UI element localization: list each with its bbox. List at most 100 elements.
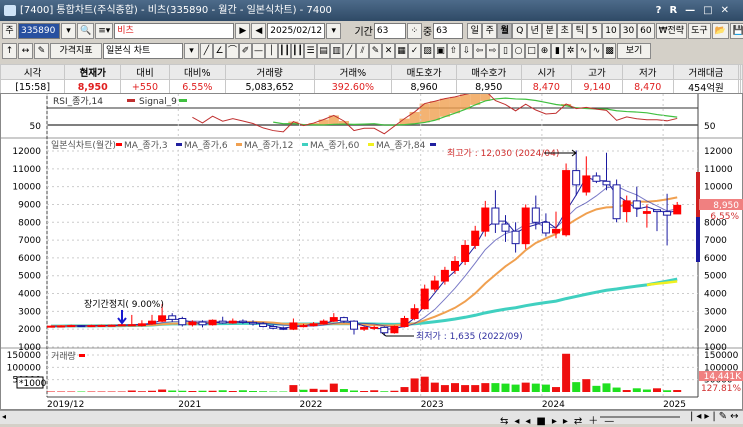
candle-body: [512, 231, 519, 243]
r-button[interactable]: R: [669, 5, 685, 16]
down-arrow-tool-icon[interactable]: ⇩: [460, 43, 473, 59]
quote-header: 매수호가: [456, 65, 521, 80]
strategy-button[interactable]: ₩전략: [656, 23, 687, 39]
window-controls[interactable]: ?R—□✕: [656, 0, 737, 21]
right-arrow-tool-icon[interactable]: ⇨: [486, 43, 499, 59]
image-tool-icon[interactable]: ▩: [603, 43, 616, 59]
price-legend-title: 일본식차트(월간): [51, 139, 116, 151]
save-icon[interactable]: 💾: [730, 23, 743, 39]
interval-10-button[interactable]: 30: [620, 23, 637, 39]
stock-name-field[interactable]: 비츠: [114, 23, 234, 39]
play-icon[interactable]: ▶: [235, 23, 250, 39]
interval-7-button[interactable]: 틱: [572, 23, 587, 39]
box-tool-icon[interactable]: ▣: [434, 43, 447, 59]
interval-8-button[interactable]: 5: [587, 23, 602, 39]
color-tool-icon[interactable]: ▦: [395, 43, 408, 59]
list-icon[interactable]: ≡▾: [95, 23, 113, 39]
volume-bar: [411, 378, 419, 392]
band-tool-icon[interactable]: ▤: [317, 43, 330, 59]
price-range-bar-up: [696, 172, 700, 217]
interval-11-button[interactable]: 60: [637, 23, 654, 39]
candle-body: [664, 212, 671, 216]
star-tool-icon[interactable]: ✲: [564, 43, 577, 59]
bar-tool-icon[interactable]: ▮: [551, 43, 564, 59]
grid1-tool-icon[interactable]: ┃┃: [278, 43, 291, 59]
interval-0-button[interactable]: 일: [467, 23, 482, 39]
angle-tool-icon[interactable]: ∠: [213, 43, 226, 59]
edit-icon[interactable]: ✎: [34, 43, 49, 59]
wave2-tool-icon[interactable]: ∿: [590, 43, 603, 59]
minimize-button[interactable]: —: [685, 5, 703, 16]
volume-tick-right: 150000: [704, 351, 739, 361]
interval-6-button[interactable]: 초: [557, 23, 572, 39]
candle-body: [219, 321, 226, 323]
interval-1-button[interactable]: 주: [482, 23, 497, 39]
open-icon[interactable]: 📂: [712, 23, 729, 39]
candle-body: [98, 325, 105, 326]
volume-legend-swatch: [79, 354, 85, 357]
fill-tool-icon[interactable]: ▨: [421, 43, 434, 59]
volume-bar: [300, 390, 308, 392]
lines-tool-icon[interactable]: ☰: [304, 43, 317, 59]
candle-body: [48, 326, 55, 327]
fib-tool-icon[interactable]: ✐: [239, 43, 252, 59]
period-input[interactable]: 63: [374, 23, 406, 39]
hline-tool-icon[interactable]: —: [252, 43, 265, 59]
indicator-button[interactable]: 가격지표: [50, 43, 102, 59]
interval-2-button[interactable]: 월: [497, 23, 512, 39]
interval-9-button[interactable]: 10: [602, 23, 619, 39]
time-label: 2025: [663, 400, 686, 410]
vline-tool-icon[interactable]: │: [265, 43, 278, 59]
zoom-slider[interactable]: [600, 416, 680, 418]
view-button[interactable]: 보기: [617, 43, 651, 59]
chart-svg[interactable]: 5050RSI_종가,14Signal_91200012000110001100…: [1, 94, 743, 411]
text-tool-icon[interactable]: ▯: [499, 43, 512, 59]
rect-tool-icon[interactable]: □: [525, 43, 538, 59]
volume-bar: [330, 384, 338, 392]
expand-icon[interactable]: ↔: [18, 43, 33, 59]
ray-tool-icon[interactable]: ╱: [343, 43, 356, 59]
market-select[interactable]: 주: [2, 23, 17, 39]
tools-button[interactable]: 도구: [688, 23, 711, 39]
candle-body: [108, 325, 115, 326]
signal-legend: Signal_9: [139, 97, 177, 107]
erase-tool-icon[interactable]: ✕: [382, 43, 395, 59]
zoom-tool-icon[interactable]: ⊕: [538, 43, 551, 59]
circle-tool-icon[interactable]: ○: [512, 43, 525, 59]
grid2-tool-icon[interactable]: ┃┃: [291, 43, 304, 59]
parallel-tool-icon[interactable]: ⫽: [356, 43, 369, 59]
back-icon[interactable]: ◀: [251, 23, 266, 39]
volume-bar: [431, 383, 439, 392]
up-arrow-tool-icon[interactable]: ⇧: [447, 43, 460, 59]
scroll-left-icon[interactable]: ◂: [2, 412, 6, 421]
maximize-button[interactable]: □: [703, 5, 720, 16]
left-arrow-tool-icon[interactable]: ⇦: [473, 43, 486, 59]
arc-tool-icon[interactable]: ⌒: [226, 43, 239, 59]
chart-type-select[interactable]: 일본식 차트: [103, 43, 183, 59]
grid-icon[interactable]: ⁘: [407, 23, 422, 39]
trendline-tool-icon[interactable]: ╱: [200, 43, 213, 59]
interval-5-button[interactable]: 분: [542, 23, 557, 39]
pencil-tool-icon[interactable]: ✎: [369, 43, 382, 59]
interval-3-button[interactable]: Q: [512, 23, 527, 39]
count-input[interactable]: 63: [433, 23, 463, 39]
chart-scrollbar[interactable]: ◂ ⇆◂◂■▸▸⇄＋— |◂▸|✎↔: [0, 410, 743, 424]
date-dropdown-icon[interactable]: ▾: [326, 23, 341, 39]
search-icon[interactable]: 🔍: [77, 23, 94, 39]
jump-icons[interactable]: |◂▸|✎↔: [690, 411, 742, 422]
wave-tool-icon[interactable]: ∿: [577, 43, 590, 59]
chart-type-dropdown-icon[interactable]: ▾: [184, 43, 199, 59]
cycle-tool-icon[interactable]: ▥: [330, 43, 343, 59]
help-button[interactable]: ?: [656, 5, 670, 16]
interval-4-button[interactable]: 년: [527, 23, 542, 39]
check-tool-icon[interactable]: ✓: [408, 43, 421, 59]
chart-nav-icons[interactable]: ⇆◂◂■▸▸⇄＋—: [500, 412, 620, 427]
code-dropdown-icon[interactable]: ▾: [61, 23, 76, 39]
date-input[interactable]: 2025/02/12: [267, 23, 325, 39]
chart-area[interactable]: 5050RSI_종가,14Signal_91200012000110001100…: [0, 93, 743, 410]
candle-body: [401, 318, 408, 326]
stock-code-input[interactable]: 335890: [18, 23, 60, 39]
arrow-up-icon[interactable]: ↑: [2, 43, 17, 59]
close-button[interactable]: ✕: [721, 5, 737, 16]
volume-bar: [562, 354, 570, 392]
